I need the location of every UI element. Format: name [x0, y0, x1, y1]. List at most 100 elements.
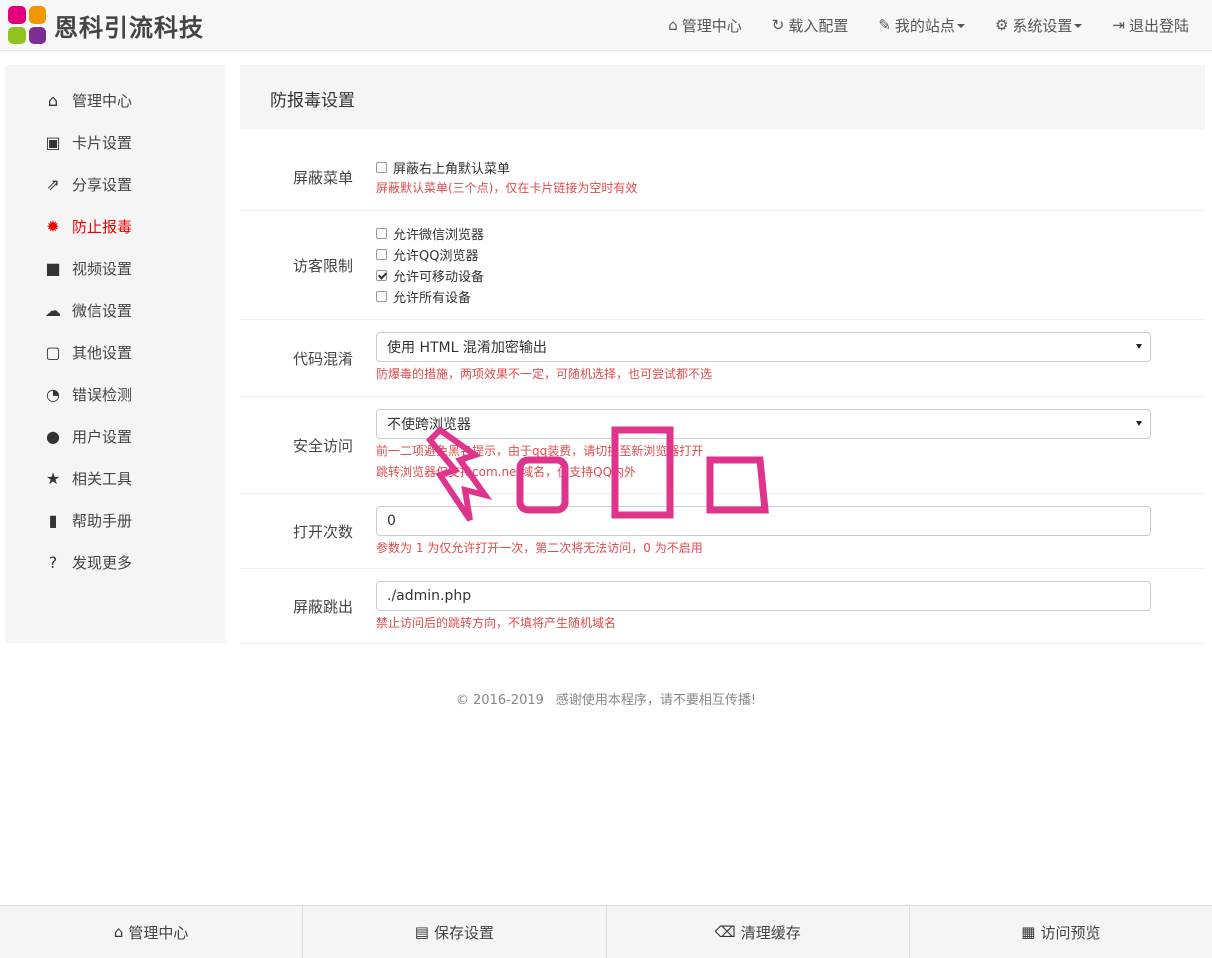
field-label: 屏蔽跳出 — [292, 598, 353, 616]
redirect-input[interactable]: ./admin.php — [376, 581, 1151, 611]
caret-down-icon — [956, 24, 965, 28]
help-text: 前一二项避免黑名提示，由于qq装费，请切换至新浏览器打开 — [376, 444, 704, 458]
form-row-open-count: 打开次数 0 参数为 1 为仅允许打开一次，第二次将无法访问，0 为不启用 — [240, 494, 1205, 569]
square-icon: ▢ — [45, 342, 61, 362]
question-icon: ? — [48, 552, 58, 572]
allow-all-devices-checkbox[interactable]: 允许所有设备 — [376, 286, 484, 307]
checkbox-box[interactable] — [376, 291, 387, 302]
sidebar-item-label: 相关工具 — [72, 469, 133, 488]
checkbox-label: 允许QQ浏览器 — [393, 249, 479, 264]
book-icon: ▮ — [48, 510, 58, 530]
sidebar-item-label: 管理中心 — [72, 91, 133, 110]
help-text: 禁止访问后的跳转方向，不填将产生随机域名 — [376, 616, 617, 630]
button-label: 管理中心 — [128, 923, 189, 942]
preview-button[interactable]: ▦ 访问预览 — [910, 906, 1212, 958]
open-count-input[interactable]: 0 — [376, 506, 1151, 536]
field-label: 代码混淆 — [292, 350, 353, 368]
copyright: © 2016-2019 — [455, 693, 544, 708]
allow-qq-checkbox[interactable]: 允许QQ浏览器 — [376, 244, 484, 265]
form-row-block-menu: 屏蔽菜单 屏蔽右上角默认菜单 屏蔽默认菜单(三个点)，仅在卡片链接为空时有效 — [240, 147, 1205, 211]
bottom-admin-center-button[interactable]: ⌂ 管理中心 — [0, 906, 304, 958]
chevron-down-icon — [1136, 344, 1142, 349]
top-nav-menu: ⌂ 管理中心 ↻ 载入配置 ✎ 我的站点 ⚙ 系统设置 ⇥ 退出登陆 — [653, 0, 1204, 50]
sidebar-item-label: 视频设置 — [72, 259, 133, 278]
button-label: 访问预览 — [1040, 923, 1101, 942]
topnav-load-config[interactable]: ↻ 载入配置 — [757, 0, 864, 50]
checkbox-box-checked[interactable] — [376, 270, 387, 281]
save-icon: ▤ — [414, 923, 429, 941]
obfuscation-select[interactable]: 使用 HTML 混淆加密输出 — [376, 332, 1151, 362]
cloud-icon: ☁ — [45, 300, 61, 320]
sidebar-item-related-tools[interactable]: ★ 相关工具 — [43, 467, 132, 489]
form-row-secure-access: 安全访问 不使跨浏览器 前一二项避免黑名提示，由于qq装费，请切换至新浏览器打开… — [240, 397, 1205, 494]
sidebar-item-label: 帮助手册 — [72, 511, 133, 530]
sidebar-item-label: 卡片设置 — [72, 133, 133, 152]
footer-message: 感谢使用本程序，请不要相互传播! — [555, 693, 757, 708]
allow-wechat-checkbox[interactable]: 允许微信浏览器 — [376, 223, 484, 244]
clear-cache-button[interactable]: ⌫ 清理缓存 — [607, 906, 910, 958]
footer-text: © 2016-2019 感谢使用本程序，请不要相互传播! — [0, 689, 1212, 708]
chevron-down-icon — [1136, 421, 1142, 426]
save-settings-button[interactable]: ▤ 保存设置 — [303, 906, 607, 958]
help-text: 防爆毒的措施，两项效果不一定，可随机选择，也可尝试都不选 — [376, 367, 713, 381]
form-row-code-obfuscation: 代码混淆 使用 HTML 混淆加密输出 防爆毒的措施，两项效果不一定，可随机选择… — [240, 320, 1205, 397]
logout-icon: ⇥ — [1112, 16, 1125, 34]
top-navbar: 恩科引流科技 ⌂ 管理中心 ↻ 载入配置 ✎ 我的站点 ⚙ 系统设置 ⇥ 退出登… — [0, 0, 1212, 51]
help-text: 参数为 1 为仅允许打开一次，第二次将无法访问，0 为不启用 — [376, 541, 703, 555]
checkbox-box[interactable] — [376, 249, 387, 260]
allow-mobile-checkbox[interactable]: 允许可移动设备 — [376, 265, 484, 286]
dashboard-icon: ◔ — [46, 384, 60, 404]
topnav-label: 系统设置 — [1012, 16, 1073, 35]
brand[interactable]: 恩科引流科技 — [8, 6, 204, 44]
topnav-label: 我的站点 — [894, 16, 955, 35]
field-label: 打开次数 — [292, 523, 353, 541]
virus-icon: ✹ — [46, 216, 60, 236]
select-value: 使用 HTML 混淆加密输出 — [387, 340, 547, 356]
video-icon: ■ — [45, 258, 61, 278]
checkbox-box[interactable] — [376, 162, 387, 173]
sidebar-item-error-check[interactable]: ◔ 错误检测 — [43, 383, 132, 405]
sidebar-item-wechat-settings[interactable]: ☁ 微信设置 — [43, 299, 132, 321]
sidebar-item-user-settings[interactable]: ● 用户设置 — [43, 425, 132, 447]
topnav-admin-center[interactable]: ⌂ 管理中心 — [653, 0, 757, 50]
help-text: 跳转浏览器仅支持com.net域名，仅支持QQ内外 — [376, 465, 637, 479]
secure-access-select[interactable]: 不使跨浏览器 — [376, 409, 1151, 439]
bottom-action-bar: ⌂ 管理中心 ▤ 保存设置 ⌫ 清理缓存 ▦ 访问预览 — [0, 905, 1212, 958]
share-icon: ⇗ — [46, 174, 60, 194]
sidebar-item-label: 其他设置 — [72, 343, 133, 362]
sidebar: ⌂ 管理中心 ▣ 卡片设置 ⇗ 分享设置 ✹ 防止报毒 ■ 视频设置 ☁ 微信设… — [5, 65, 225, 643]
sidebar-item-label: 用户设置 — [72, 427, 133, 446]
home-icon: ⌂ — [113, 923, 124, 941]
sidebar-item-label: 分享设置 — [72, 175, 133, 194]
sidebar-item-share-settings[interactable]: ⇗ 分享设置 — [43, 173, 132, 195]
block-menu-checkbox[interactable]: 屏蔽右上角默认菜单 — [376, 157, 637, 178]
checkbox-box[interactable] — [376, 228, 387, 239]
refresh-icon: ↻ — [771, 16, 785, 34]
sidebar-item-card-settings[interactable]: ▣ 卡片设置 — [43, 131, 132, 153]
field-label: 安全访问 — [292, 437, 353, 455]
paperclip-icon: ✎ — [878, 16, 891, 34]
topnav-system-settings[interactable]: ⚙ 系统设置 — [980, 0, 1097, 50]
topnav-my-sites[interactable]: ✎ 我的站点 — [863, 0, 980, 50]
sidebar-item-admin-center[interactable]: ⌂ 管理中心 — [43, 89, 132, 111]
panel-header: 防报毒设置 — [240, 65, 1205, 129]
field-label: 访客限制 — [292, 257, 353, 275]
sidebar-item-anti-virus[interactable]: ✹ 防止报毒 — [43, 215, 132, 237]
home-icon: ⌂ — [47, 90, 59, 110]
select-value: 不使跨浏览器 — [387, 417, 471, 433]
topnav-label: 管理中心 — [681, 16, 742, 35]
form-row-visitor-limit: 访客限制 允许微信浏览器 允许QQ浏览器 允许可移动设备 允许所有设备 — [240, 211, 1205, 320]
sidebar-item-video-settings[interactable]: ■ 视频设置 — [43, 257, 132, 279]
brand-logo-icon — [8, 6, 46, 44]
sidebar-item-other-settings[interactable]: ▢ 其他设置 — [43, 341, 132, 363]
user-icon: ● — [46, 426, 60, 446]
topnav-logout[interactable]: ⇥ 退出登陆 — [1097, 0, 1204, 50]
checkbox-label: 允许可移动设备 — [393, 270, 485, 285]
sidebar-item-label: 防止报毒 — [72, 217, 133, 236]
sidebar-item-help-manual[interactable]: ▮ 帮助手册 — [43, 509, 132, 531]
sidebar-item-label: 发现更多 — [72, 553, 133, 572]
sidebar-item-label: 微信设置 — [72, 301, 133, 320]
caret-down-icon — [1074, 24, 1083, 28]
sidebar-item-discover-more[interactable]: ? 发现更多 — [43, 551, 132, 573]
gear-icon: ⚙ — [994, 16, 1009, 34]
